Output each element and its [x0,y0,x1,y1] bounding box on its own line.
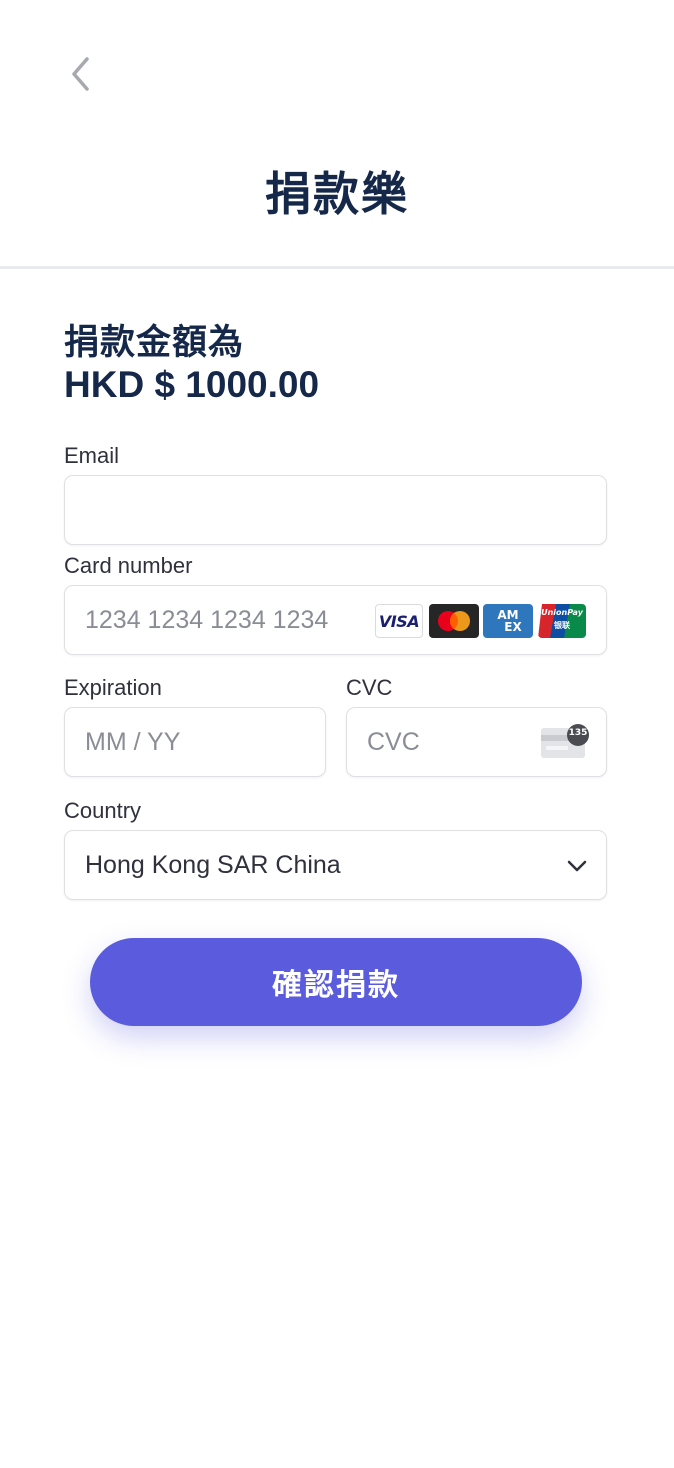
confirm-donation-button[interactable]: 確認捐款 [90,938,582,1026]
visa-icon: VISA [375,604,423,638]
expiration-label: Expiration [64,675,162,700]
unionpay-icon: UnionPay 银联 [538,604,586,638]
expiration-field[interactable]: MM / YY [64,707,326,777]
card-number-field[interactable]: 1234 1234 1234 1234 VISA AM EX UnionPay … [64,585,607,655]
back-button[interactable] [58,50,102,98]
mastercard-icon [429,604,479,638]
chevron-left-icon [72,57,89,91]
cvc-field[interactable]: CVC 135 [346,707,607,777]
donation-amount-value: HKD $ 1000.00 [64,364,320,405]
email-field[interactable] [64,475,607,545]
chevron-down-icon [567,860,587,872]
country-value: Hong Kong SAR China [85,850,341,879]
email-label: Email [64,443,120,468]
page-title: 捐款樂 [265,168,409,220]
country-select[interactable]: Hong Kong SAR China [64,830,607,900]
country-label: Country [64,798,142,823]
card-number-label: Card number [64,553,193,578]
donation-amount-label: 捐款金額為 [64,323,245,362]
amex-icon: AM EX [483,604,533,638]
cvc-label: CVC [346,675,393,700]
card-cvc-icon: 135 [540,722,592,764]
card-number-placeholder: 1234 1234 1234 1234 [85,605,329,634]
cvc-placeholder: CVC [367,727,420,756]
expiration-placeholder: MM / YY [85,727,181,756]
header: 捐款樂 [0,0,674,269]
